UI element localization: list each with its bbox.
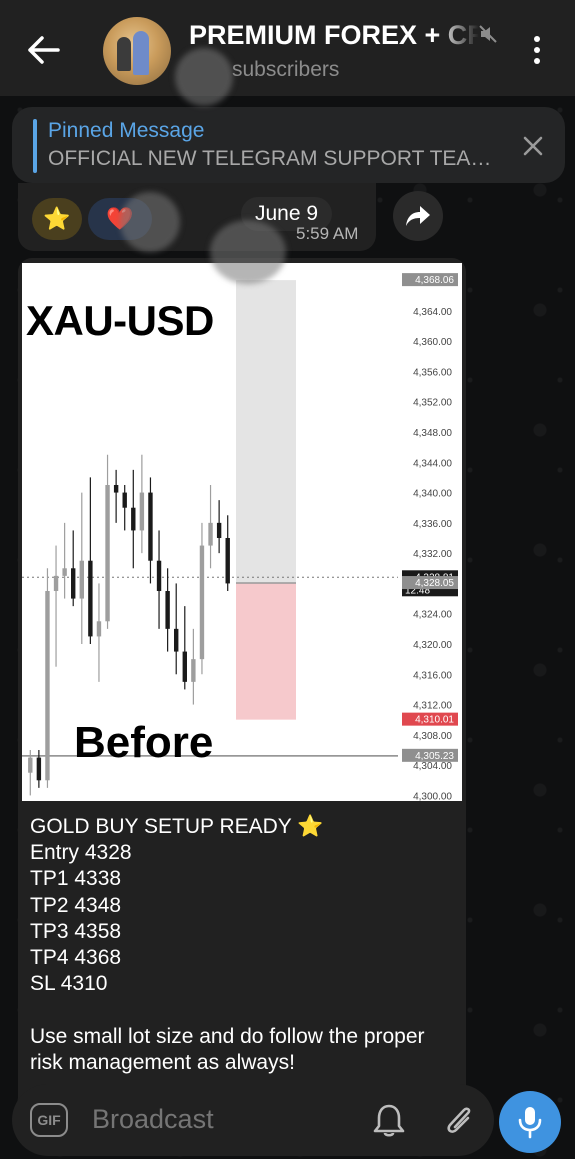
microphone-icon bbox=[518, 1107, 542, 1139]
take-profit-zone bbox=[236, 280, 296, 584]
paperclip-icon[interactable] bbox=[442, 1100, 476, 1140]
y-tick-label: 4,320.00 bbox=[413, 640, 452, 651]
broadcast-input[interactable] bbox=[92, 1104, 292, 1135]
price-label: 4,328.05 bbox=[415, 578, 454, 589]
candle-body bbox=[45, 591, 50, 781]
y-tick-label: 4,344.00 bbox=[413, 458, 452, 469]
chart-image[interactable]: 4,364.00 4,360.00 4,356.00 4,352.00 4,348.00… bbox=[22, 263, 462, 801]
candle-body bbox=[122, 492, 127, 508]
candle-body bbox=[174, 628, 179, 652]
candle-body bbox=[156, 560, 162, 591]
back-arrow-icon bbox=[28, 36, 60, 64]
post-text: GOLD BUY SETUP READY ⭐ Entry 4328 TP1 4338… bbox=[30, 814, 460, 1076]
pinned-text: OFFICIAL NEW TELEGRAM SUPPORT TEA… bbox=[48, 147, 492, 170]
chart-title: XAU-USD bbox=[26, 297, 214, 344]
blur-overlay bbox=[210, 220, 286, 284]
price-label: 4,368.06 bbox=[415, 275, 454, 286]
y-tick-label: 4,332.00 bbox=[413, 549, 452, 560]
y-tick-label: 4,356.00 bbox=[413, 367, 452, 378]
candle-body bbox=[96, 621, 102, 637]
y-tick-label: 4,352.00 bbox=[413, 398, 452, 409]
y-tick-label: 4,348.00 bbox=[413, 428, 452, 439]
channel-header: PREMIUM FOREX + CRYPTO subscribers bbox=[0, 0, 575, 96]
price-label: 4,305.23 bbox=[415, 751, 454, 762]
post-line bbox=[30, 997, 460, 1023]
post-line: risk management as always! bbox=[30, 1050, 295, 1074]
price-label: 4,310.01 bbox=[415, 715, 454, 726]
candle-body bbox=[105, 485, 110, 622]
bell-icon[interactable] bbox=[372, 1102, 406, 1138]
more-menu-button[interactable] bbox=[528, 36, 546, 66]
candle-body bbox=[216, 522, 222, 538]
forward-button[interactable] bbox=[393, 191, 443, 241]
y-tick-label: 4,308.00 bbox=[413, 731, 452, 742]
candle-body bbox=[208, 522, 213, 546]
candle-body bbox=[88, 560, 93, 637]
candle-body bbox=[28, 757, 33, 773]
reaction-star[interactable]: ⭐ bbox=[32, 198, 82, 240]
post-line: TP1 4338 bbox=[30, 867, 122, 891]
composer-bar: GIF bbox=[12, 1084, 494, 1156]
voice-record-button[interactable] bbox=[499, 1091, 561, 1153]
post-line: GOLD BUY SETUP READY ⭐ bbox=[30, 815, 324, 838]
channel-title[interactable]: PREMIUM FOREX + CRYPTO bbox=[189, 20, 479, 52]
post-line: Entry 4328 bbox=[30, 841, 132, 865]
post-line: Use small lot size and do follow the pro… bbox=[30, 1024, 425, 1048]
candle-body bbox=[131, 507, 136, 531]
forward-icon bbox=[406, 206, 430, 226]
channel-post: 4,364.00 4,360.00 4,356.00 4,352.00 4,348.00… bbox=[18, 258, 466, 1104]
message-time: 5:59 AM bbox=[296, 224, 359, 243]
candle-body bbox=[36, 757, 42, 781]
candle-body bbox=[113, 485, 119, 493]
chart-annotation: Before bbox=[74, 718, 214, 767]
candle-body bbox=[139, 492, 145, 531]
candle-body bbox=[165, 591, 170, 629]
muted-icon bbox=[479, 25, 497, 43]
blur-overlay bbox=[120, 192, 180, 252]
y-tick-label: 4,324.00 bbox=[413, 610, 452, 621]
pinned-label: Pinned Message bbox=[48, 119, 205, 142]
post-line: TP3 4358 bbox=[30, 919, 122, 943]
y-tick-label: 4,304.00 bbox=[413, 761, 452, 772]
gif-button[interactable]: GIF bbox=[30, 1103, 68, 1137]
stop-loss-zone bbox=[236, 583, 296, 720]
candle-body bbox=[148, 492, 153, 561]
back-button[interactable] bbox=[26, 34, 62, 66]
channel-subtitle: subscribers bbox=[232, 58, 340, 81]
post-line: SL 4310 bbox=[30, 972, 108, 996]
y-tick-label: 4,300.00 bbox=[413, 791, 452, 801]
channel-avatar[interactable] bbox=[103, 17, 171, 85]
y-tick-label: 4,340.00 bbox=[413, 489, 452, 500]
candle-body bbox=[79, 560, 84, 599]
pinned-message-bar[interactable]: Pinned Message OFFICIAL NEW TELEGRAM SUP… bbox=[12, 107, 565, 183]
candle-body bbox=[182, 651, 187, 682]
post-line: TP4 4368 bbox=[30, 945, 122, 969]
y-tick-label: 4,360.00 bbox=[413, 337, 452, 348]
close-icon[interactable] bbox=[520, 133, 546, 159]
y-tick-label: 4,336.00 bbox=[413, 519, 452, 530]
candle-body bbox=[62, 568, 67, 576]
candle-body bbox=[53, 575, 59, 591]
post-line: TP2 4348 bbox=[30, 893, 122, 917]
y-tick-label: 4,312.00 bbox=[413, 701, 452, 712]
candle-body bbox=[191, 659, 196, 682]
y-tick-label: 4,316.00 bbox=[413, 670, 452, 681]
candle-body bbox=[71, 568, 76, 599]
candle-body bbox=[199, 545, 205, 660]
pinned-indicator bbox=[33, 119, 37, 173]
candle-body bbox=[225, 538, 230, 584]
blur-overlay bbox=[175, 48, 233, 106]
y-tick-label: 4,364.00 bbox=[413, 307, 452, 318]
